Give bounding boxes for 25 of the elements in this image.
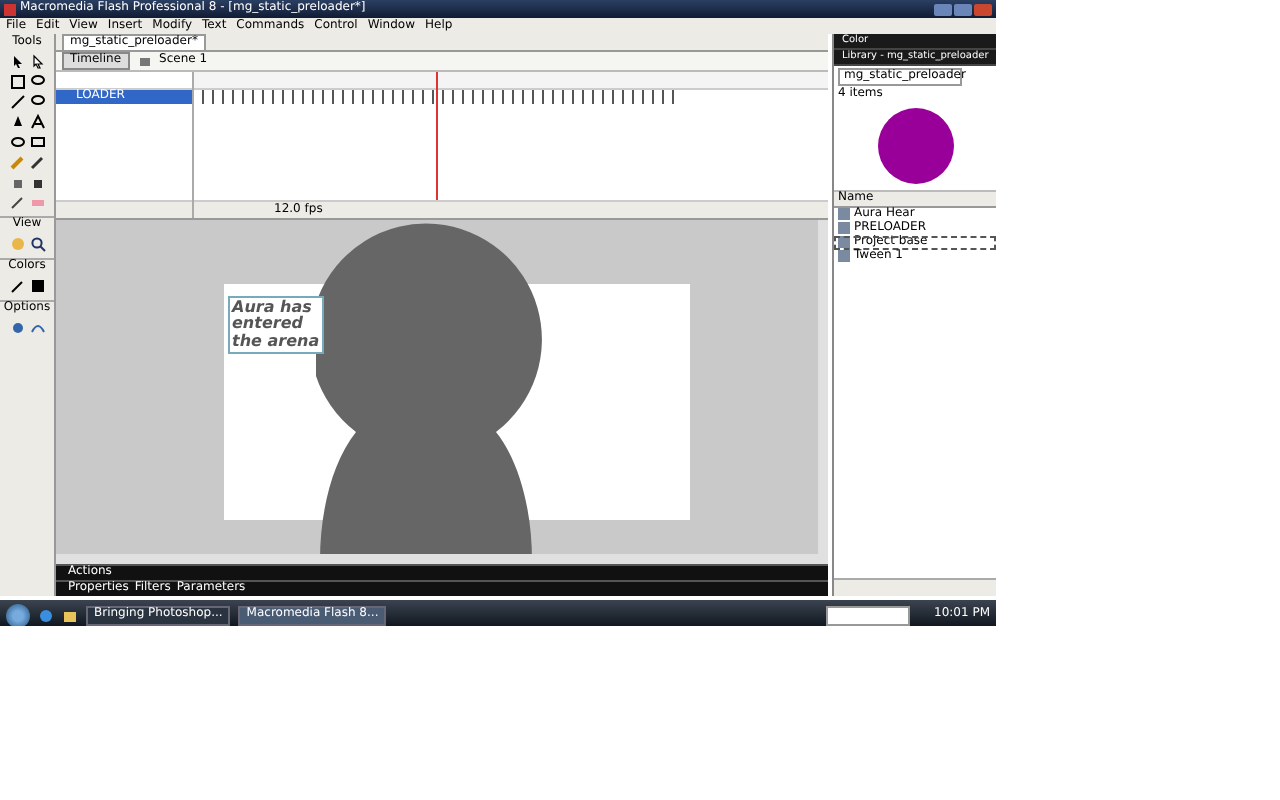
- flash-app-icon: [4, 3, 16, 15]
- brush-icon[interactable]: [29, 153, 45, 170]
- browser-icon: [38, 607, 54, 623]
- stage-text: the arena: [232, 333, 320, 351]
- start-button[interactable]: [6, 603, 30, 626]
- folder-icon: [62, 607, 78, 623]
- stroke-color-icon[interactable]: [9, 277, 25, 294]
- smooth-icon[interactable]: [29, 319, 45, 336]
- search-field[interactable]: [826, 605, 910, 625]
- close-button[interactable]: [974, 3, 992, 15]
- color-swatch-icon[interactable]: [29, 277, 45, 294]
- text-icon[interactable]: [29, 113, 45, 130]
- oval-icon[interactable]: [9, 133, 25, 150]
- snap-icon[interactable]: [9, 319, 25, 336]
- circle-preview: [875, 105, 955, 186]
- rectangle-icon[interactable]: [29, 133, 45, 150]
- search-icon[interactable]: [29, 235, 45, 252]
- scene-icon: [137, 54, 152, 68]
- square-icon[interactable]: [9, 73, 25, 90]
- dropper-icon[interactable]: [9, 193, 25, 210]
- line-icon[interactable]: [9, 93, 25, 110]
- stage-text: Aura has: [232, 300, 314, 316]
- minimize-button[interactable]: [934, 3, 952, 15]
- maximize-button[interactable]: [954, 3, 972, 15]
- stage-text: entered: [232, 316, 305, 333]
